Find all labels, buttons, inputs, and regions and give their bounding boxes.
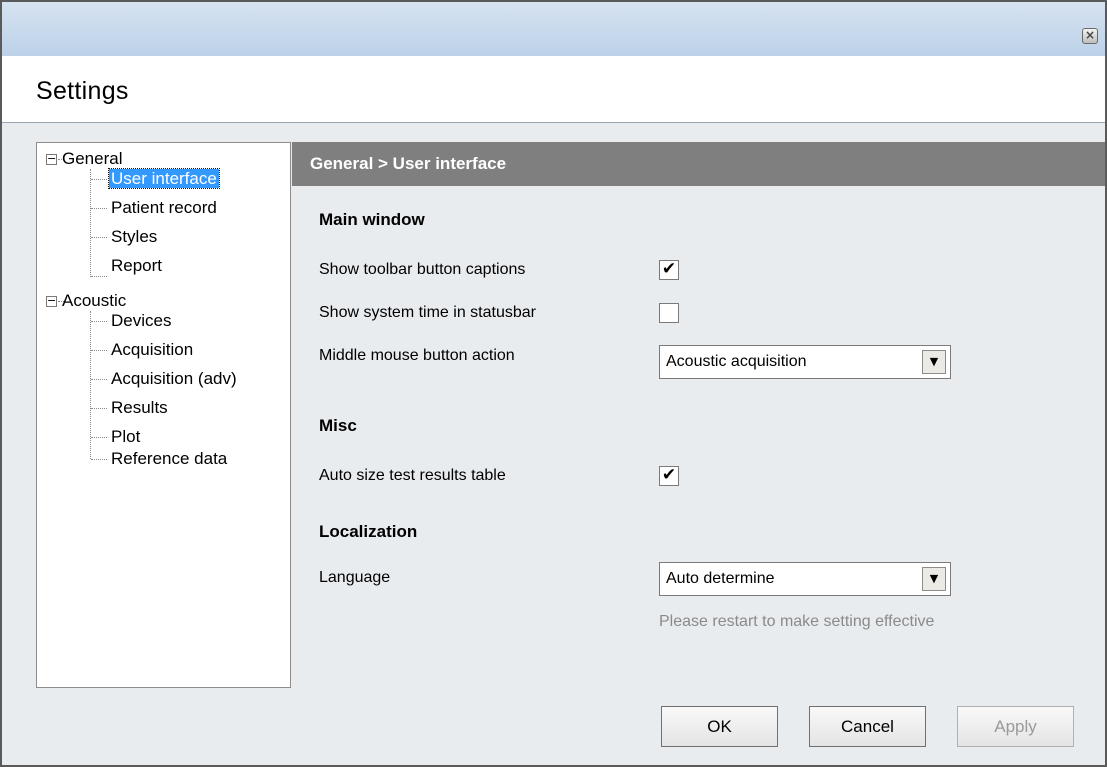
- tree-item-devices[interactable]: Devices: [111, 311, 171, 331]
- ok-button[interactable]: OK: [661, 706, 778, 747]
- tree-item-acquisition-adv[interactable]: Acquisition (adv): [111, 369, 237, 389]
- tree-item-styles[interactable]: Styles: [111, 227, 157, 247]
- show-toolbar-captions-checkbox[interactable]: ✔: [659, 260, 679, 280]
- show-system-time-label: Show system time in statusbar: [319, 304, 536, 321]
- tree-item-patient-record[interactable]: Patient record: [111, 198, 217, 218]
- chevron-down-icon[interactable]: ▼: [922, 350, 946, 374]
- tree-item-user-interface[interactable]: User interface: [108, 168, 220, 189]
- close-icon[interactable]: ×: [1082, 28, 1098, 44]
- language-label: Language: [319, 569, 391, 586]
- settings-tree[interactable]: − General User interface Patient record …: [36, 142, 291, 688]
- auto-size-checkbox[interactable]: ✔: [659, 466, 679, 486]
- collapse-icon[interactable]: −: [46, 153, 57, 165]
- page-title: Settings: [36, 77, 129, 105]
- tree-item-report[interactable]: Report: [111, 256, 162, 276]
- settings-window: × Settings − General User interface Pati…: [0, 0, 1107, 767]
- tree-group-label: General: [62, 149, 123, 168]
- section-title-localization: Localization: [319, 522, 418, 541]
- tree-group-acoustic[interactable]: Acoustic: [62, 291, 126, 311]
- collapse-icon[interactable]: −: [46, 295, 57, 307]
- language-select[interactable]: Auto determine ▼: [659, 562, 951, 596]
- tree-item-reference-data[interactable]: Reference data: [111, 449, 227, 469]
- cancel-button[interactable]: Cancel: [809, 706, 926, 747]
- tree-item-acquisition[interactable]: Acquisition: [111, 340, 193, 360]
- section-title-misc: Misc: [319, 416, 357, 435]
- breadcrumb: General > User interface: [292, 142, 1105, 186]
- chevron-down-icon[interactable]: ▼: [922, 567, 946, 591]
- section-title-main-window: Main window: [319, 210, 425, 229]
- middle-mouse-action-label: Middle mouse button action: [319, 347, 515, 364]
- show-toolbar-captions-label: Show toolbar button captions: [319, 261, 526, 278]
- tree-group-general[interactable]: General: [62, 149, 122, 169]
- select-value: Acoustic acquisition: [666, 353, 807, 370]
- tree-item-results[interactable]: Results: [111, 398, 168, 418]
- tree-item-plot[interactable]: Plot: [111, 427, 140, 447]
- title-bar: ×: [2, 2, 1105, 56]
- tree-group-label: Acoustic: [62, 291, 127, 310]
- show-system-time-checkbox[interactable]: [659, 303, 679, 323]
- select-value: Auto determine: [666, 570, 775, 587]
- settings-panel: General > User interface Main window Sho…: [292, 142, 1105, 688]
- dialog-body: − General User interface Patient record …: [2, 124, 1105, 765]
- apply-button[interactable]: Apply: [957, 706, 1074, 747]
- restart-hint: Please restart to make setting effective: [659, 613, 935, 630]
- middle-mouse-action-select[interactable]: Acoustic acquisition ▼: [659, 345, 951, 379]
- auto-size-label: Auto size test results table: [319, 467, 506, 484]
- dialog-header: Settings: [2, 56, 1105, 123]
